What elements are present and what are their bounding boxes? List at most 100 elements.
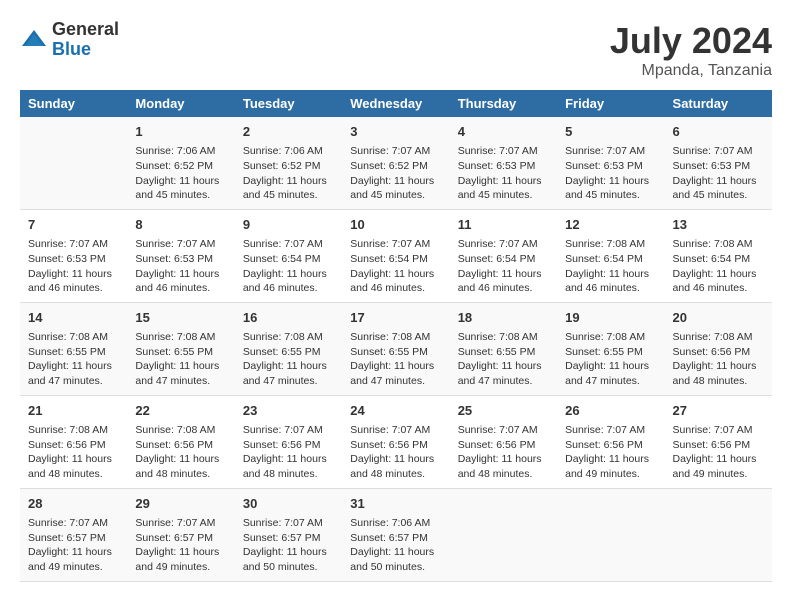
daylight-text: Daylight: 11 hours and 45 minutes.	[243, 174, 334, 203]
sunrise-text: Sunrise: 7:07 AM	[458, 144, 549, 159]
sunset-text: Sunset: 6:55 PM	[135, 345, 226, 360]
daylight-text: Daylight: 11 hours and 47 minutes.	[243, 359, 334, 388]
sunset-text: Sunset: 6:56 PM	[135, 438, 226, 453]
column-header-tuesday: Tuesday	[235, 90, 342, 117]
daylight-text: Daylight: 11 hours and 48 minutes.	[673, 359, 764, 388]
calendar-cell: 16 Sunrise: 7:08 AM Sunset: 6:55 PM Dayl…	[235, 302, 342, 395]
calendar-cell: 20 Sunrise: 7:08 AM Sunset: 6:56 PM Dayl…	[665, 302, 772, 395]
sunrise-text: Sunrise: 7:08 AM	[565, 330, 656, 345]
sunset-text: Sunset: 6:54 PM	[458, 252, 549, 267]
daylight-text: Daylight: 11 hours and 46 minutes.	[135, 267, 226, 296]
sunrise-text: Sunrise: 7:06 AM	[350, 516, 441, 531]
daylight-text: Daylight: 11 hours and 46 minutes.	[673, 267, 764, 296]
day-number: 7	[28, 216, 119, 234]
sunrise-text: Sunrise: 7:08 AM	[28, 423, 119, 438]
daylight-text: Daylight: 11 hours and 49 minutes.	[673, 452, 764, 481]
column-header-wednesday: Wednesday	[342, 90, 449, 117]
calendar-cell	[20, 117, 127, 209]
sunrise-text: Sunrise: 7:07 AM	[565, 144, 656, 159]
sunrise-text: Sunrise: 7:08 AM	[135, 423, 226, 438]
sunset-text: Sunset: 6:56 PM	[350, 438, 441, 453]
day-number: 10	[350, 216, 441, 234]
sunrise-text: Sunrise: 7:07 AM	[673, 144, 764, 159]
location-subtitle: Mpanda, Tanzania	[610, 62, 772, 80]
day-number: 19	[565, 309, 656, 327]
sunrise-text: Sunrise: 7:07 AM	[243, 423, 334, 438]
calendar-cell: 29 Sunrise: 7:07 AM Sunset: 6:57 PM Dayl…	[127, 488, 234, 581]
calendar-cell: 15 Sunrise: 7:08 AM Sunset: 6:55 PM Dayl…	[127, 302, 234, 395]
daylight-text: Daylight: 11 hours and 47 minutes.	[565, 359, 656, 388]
calendar-cell	[665, 488, 772, 581]
sunrise-text: Sunrise: 7:08 AM	[565, 237, 656, 252]
logo-general-text: General	[52, 20, 119, 40]
day-number: 3	[350, 123, 441, 141]
sunrise-text: Sunrise: 7:07 AM	[458, 237, 549, 252]
daylight-text: Daylight: 11 hours and 48 minutes.	[28, 452, 119, 481]
calendar-week-row: 7 Sunrise: 7:07 AM Sunset: 6:53 PM Dayli…	[20, 209, 772, 302]
day-number: 28	[28, 495, 119, 513]
calendar-cell: 12 Sunrise: 7:08 AM Sunset: 6:54 PM Dayl…	[557, 209, 664, 302]
page-header: General Blue July 2024 Mpanda, Tanzania	[20, 20, 772, 80]
day-number: 14	[28, 309, 119, 327]
day-number: 12	[565, 216, 656, 234]
daylight-text: Daylight: 11 hours and 49 minutes.	[135, 545, 226, 574]
daylight-text: Daylight: 11 hours and 46 minutes.	[243, 267, 334, 296]
daylight-text: Daylight: 11 hours and 49 minutes.	[565, 452, 656, 481]
day-number: 13	[673, 216, 764, 234]
calendar-cell: 22 Sunrise: 7:08 AM Sunset: 6:56 PM Dayl…	[127, 395, 234, 488]
sunset-text: Sunset: 6:56 PM	[673, 438, 764, 453]
daylight-text: Daylight: 11 hours and 47 minutes.	[135, 359, 226, 388]
logo: General Blue	[20, 20, 119, 60]
sunset-text: Sunset: 6:52 PM	[350, 159, 441, 174]
sunset-text: Sunset: 6:53 PM	[135, 252, 226, 267]
day-number: 11	[458, 216, 549, 234]
sunrise-text: Sunrise: 7:08 AM	[28, 330, 119, 345]
day-number: 9	[243, 216, 334, 234]
daylight-text: Daylight: 11 hours and 46 minutes.	[458, 267, 549, 296]
day-number: 31	[350, 495, 441, 513]
calendar-cell: 27 Sunrise: 7:07 AM Sunset: 6:56 PM Dayl…	[665, 395, 772, 488]
daylight-text: Daylight: 11 hours and 45 minutes.	[350, 174, 441, 203]
logo-blue-text: Blue	[52, 40, 119, 60]
sunrise-text: Sunrise: 7:07 AM	[135, 237, 226, 252]
day-number: 4	[458, 123, 549, 141]
sunset-text: Sunset: 6:56 PM	[243, 438, 334, 453]
sunset-text: Sunset: 6:53 PM	[458, 159, 549, 174]
daylight-text: Daylight: 11 hours and 48 minutes.	[243, 452, 334, 481]
day-number: 1	[135, 123, 226, 141]
sunset-text: Sunset: 6:55 PM	[565, 345, 656, 360]
daylight-text: Daylight: 11 hours and 46 minutes.	[565, 267, 656, 296]
daylight-text: Daylight: 11 hours and 47 minutes.	[350, 359, 441, 388]
calendar-cell: 9 Sunrise: 7:07 AM Sunset: 6:54 PM Dayli…	[235, 209, 342, 302]
calendar-cell: 14 Sunrise: 7:08 AM Sunset: 6:55 PM Dayl…	[20, 302, 127, 395]
sunrise-text: Sunrise: 7:06 AM	[135, 144, 226, 159]
day-number: 8	[135, 216, 226, 234]
calendar-cell: 17 Sunrise: 7:08 AM Sunset: 6:55 PM Dayl…	[342, 302, 449, 395]
sunrise-text: Sunrise: 7:07 AM	[565, 423, 656, 438]
daylight-text: Daylight: 11 hours and 45 minutes.	[458, 174, 549, 203]
daylight-text: Daylight: 11 hours and 45 minutes.	[565, 174, 656, 203]
sunset-text: Sunset: 6:55 PM	[28, 345, 119, 360]
column-header-friday: Friday	[557, 90, 664, 117]
sunset-text: Sunset: 6:54 PM	[673, 252, 764, 267]
sunset-text: Sunset: 6:55 PM	[350, 345, 441, 360]
column-header-thursday: Thursday	[450, 90, 557, 117]
calendar-cell	[557, 488, 664, 581]
month-year-title: July 2024	[610, 20, 772, 62]
day-number: 24	[350, 402, 441, 420]
day-number: 25	[458, 402, 549, 420]
sunrise-text: Sunrise: 7:08 AM	[135, 330, 226, 345]
day-number: 29	[135, 495, 226, 513]
sunset-text: Sunset: 6:57 PM	[350, 531, 441, 546]
daylight-text: Daylight: 11 hours and 50 minutes.	[350, 545, 441, 574]
sunset-text: Sunset: 6:52 PM	[135, 159, 226, 174]
sunrise-text: Sunrise: 7:07 AM	[243, 237, 334, 252]
sunrise-text: Sunrise: 7:07 AM	[673, 423, 764, 438]
daylight-text: Daylight: 11 hours and 48 minutes.	[458, 452, 549, 481]
sunrise-text: Sunrise: 7:08 AM	[673, 237, 764, 252]
sunset-text: Sunset: 6:55 PM	[243, 345, 334, 360]
sunrise-text: Sunrise: 7:07 AM	[350, 237, 441, 252]
sunset-text: Sunset: 6:56 PM	[565, 438, 656, 453]
sunset-text: Sunset: 6:54 PM	[565, 252, 656, 267]
daylight-text: Daylight: 11 hours and 48 minutes.	[350, 452, 441, 481]
